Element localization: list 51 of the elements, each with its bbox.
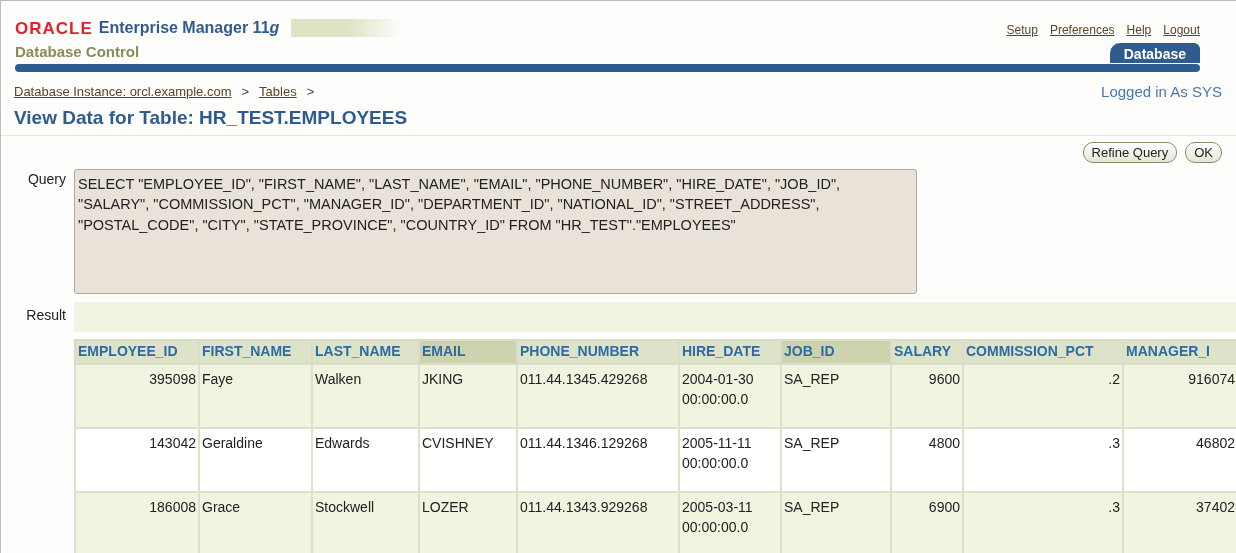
global-link[interactable]: Setup (1006, 21, 1038, 39)
breadcrumb-link[interactable]: Database Instance: orcl.example.com (14, 82, 232, 102)
breadcrumb-link[interactable]: Tables (259, 82, 297, 102)
table-cell: .3 (963, 427, 1123, 492)
table-cell: 011.44.1346.129268 (517, 427, 679, 492)
global-link[interactable]: Help (1126, 21, 1152, 39)
column-header[interactable]: PHONE_NUMBER (517, 339, 679, 364)
table-cell: Geraldine (199, 427, 312, 492)
table-cell: 143042 (75, 427, 199, 492)
column-header[interactable]: SALARY (891, 339, 963, 364)
global-link[interactable]: Logout (1163, 21, 1200, 39)
table-cell: SA_REP (781, 363, 891, 428)
column-header[interactable]: JOB_ID (781, 339, 891, 364)
table-cell: 4800 (891, 427, 963, 492)
column-header[interactable]: MANAGER_I (1123, 339, 1236, 364)
action-button[interactable]: Refine Query (1082, 141, 1178, 163)
table-cell: 011.44.1345.429268 (517, 363, 679, 428)
table-cell: Edwards (312, 427, 419, 492)
nav-tab[interactable]: Database (1109, 43, 1200, 63)
global-link[interactable]: Preferences (1049, 21, 1115, 39)
table-cell: CVISHNEY (419, 427, 517, 492)
table-cell: 2004-01-30 00:00:00.0 (679, 363, 781, 428)
table-cell: Grace (199, 491, 312, 553)
table-cell: Faye (199, 363, 312, 428)
table-cell: 186008 (75, 491, 199, 553)
column-header[interactable]: FIRST_NAME (199, 339, 312, 364)
action-button[interactable]: OK (1185, 141, 1222, 163)
product-subtitle: Database Control (15, 42, 141, 62)
result-label: Result (25, 305, 67, 325)
column-header[interactable]: EMAIL (419, 339, 517, 364)
table-cell: 011.44.1343.929268 (517, 491, 679, 553)
breadcrumb-separator: > (241, 83, 250, 101)
column-header[interactable]: EMPLOYEE_ID (75, 339, 199, 364)
table-cell: 395098 (75, 363, 199, 428)
table-cell: .2 (963, 363, 1123, 428)
table-cell: SA_REP (781, 427, 891, 492)
breadcrumb-separator: > (306, 83, 315, 101)
table-cell: 2005-11-11 00:00:00.0 (679, 427, 781, 492)
table-cell: 2005-03-11 00:00:00.0 (679, 491, 781, 553)
query-label: Query (26, 169, 67, 189)
table-cell: 9600 (891, 363, 963, 428)
column-header[interactable]: HIRE_DATE (679, 339, 781, 364)
query-field[interactable]: SELECT "EMPLOYEE_ID", "FIRST_NAME", "LAST_NAME", "EMAIL", "PHONE_NUMBER", "HIRE_DATE", "JOB_ID", "SALARY", "COMMISSION_PCT", "MANAGER_ID", "DEPARTMENT_ID", "NATIONAL_ID", "STREET_ADDRESS", "POSTAL_CODE", "CITY", "STATE_PROVINCE", "COUNTRY_ID" FROM "HR_TEST"."EMPLOYEES" (74, 168, 917, 294)
login-status: Logged in As SYS (1101, 81, 1222, 102)
product-title: Enterprise Manager 11g (98, 20, 280, 36)
oracle-logo: ORACLE (15, 19, 93, 37)
table-cell: JKING (419, 363, 517, 428)
column-header[interactable]: LAST_NAME (312, 339, 419, 364)
page-title: View Data for Table: HR_TEST.EMPLOYEES (1, 104, 1236, 136)
column-header[interactable]: COMMISSION_PCT (963, 339, 1123, 364)
table-cell: Walken (312, 363, 419, 428)
